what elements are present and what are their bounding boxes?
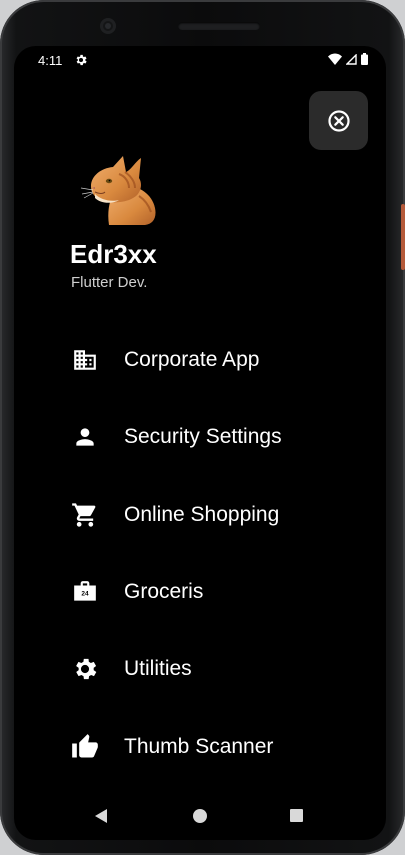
close-circle-icon	[327, 109, 350, 132]
menu-item-label: Thumb Scanner	[124, 735, 274, 758]
close-drawer-button[interactable]	[309, 91, 368, 150]
menu-item-online-shopping[interactable]: Online Shopping	[70, 495, 370, 535]
power-button	[401, 204, 405, 270]
menu-item-thumb-scanner[interactable]: Thumb Scanner	[70, 727, 370, 767]
cat-avatar	[80, 156, 156, 225]
home-icon[interactable]	[193, 809, 207, 823]
menu-item-label: Corporate App	[124, 348, 260, 371]
phone-frame: 4:11 Edr3xx Flutter Dev. Corporate App S…	[0, 0, 405, 855]
menu-item-label: Online Shopping	[124, 503, 280, 526]
menu-item-corporate-app[interactable]: Corporate App	[70, 340, 370, 380]
business-icon	[70, 345, 100, 375]
recents-icon[interactable]	[290, 809, 303, 822]
menu-item-label: Security Settings	[124, 425, 282, 448]
back-icon[interactable]	[94, 808, 108, 824]
status-time: 4:11	[38, 53, 63, 68]
status-bar: 4:11	[14, 46, 386, 74]
signal-icon	[346, 53, 357, 65]
menu-item-security-settings[interactable]: Security Settings	[70, 417, 370, 457]
earpiece-speaker	[178, 22, 260, 30]
shopping-cart-icon	[70, 500, 100, 530]
person-icon	[70, 422, 100, 452]
profile-role: Flutter Dev.	[71, 274, 148, 291]
svg-text:24: 24	[81, 590, 89, 597]
menu-item-utilities[interactable]: Utilities	[70, 649, 370, 689]
status-icons	[328, 53, 368, 65]
front-camera	[100, 18, 116, 34]
battery-icon	[361, 53, 368, 65]
profile-name: Edr3xx	[70, 239, 157, 269]
screen: 4:11 Edr3xx Flutter Dev. Corporate App S…	[14, 46, 386, 840]
system-nav-bar	[14, 796, 386, 840]
thumb-up-icon	[70, 732, 100, 762]
wifi-icon	[328, 53, 342, 65]
menu-item-groceris[interactable]: 24 Groceris	[70, 572, 370, 612]
settings-icon	[70, 654, 100, 684]
menu-item-label: Groceris	[124, 580, 204, 603]
settings-status-icon	[76, 54, 87, 66]
menu-item-label: Utilities	[124, 657, 192, 680]
store-24h-icon: 24	[70, 577, 100, 607]
